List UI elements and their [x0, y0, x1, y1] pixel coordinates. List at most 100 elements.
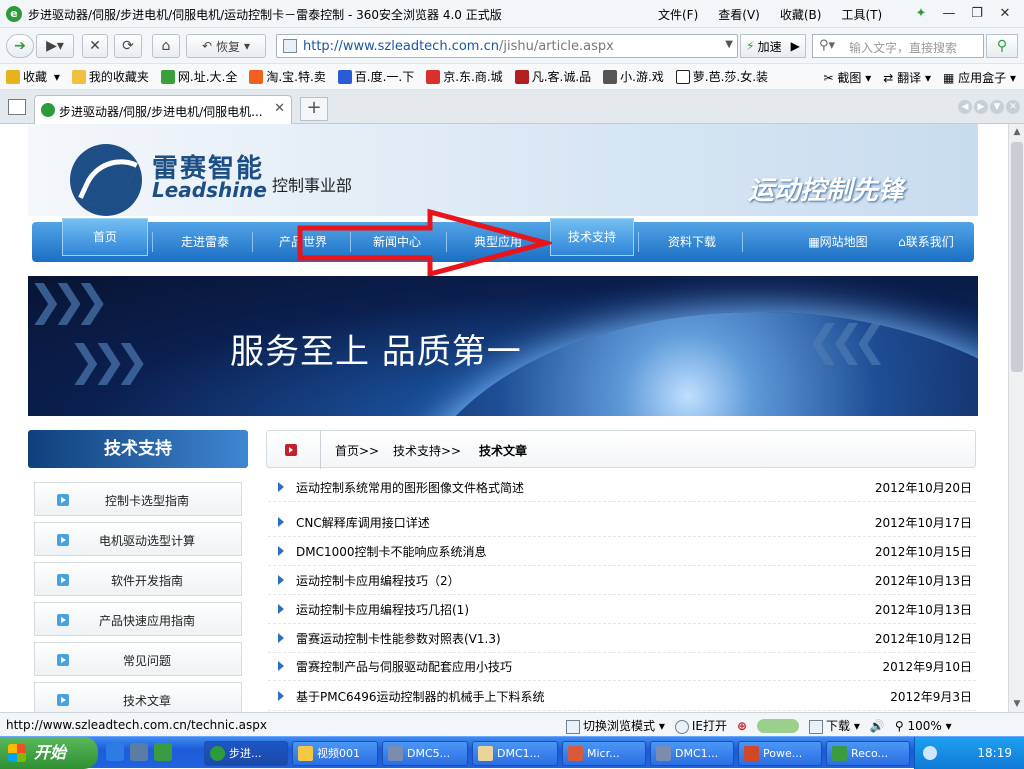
nav-home[interactable]: 首页 [62, 218, 148, 256]
breadcrumb: 首页>> 技术支持>> 技术文章 [266, 430, 976, 469]
article-title[interactable]: DMC1000控制卡不能响应系统消息 [296, 543, 487, 560]
article-row[interactable]: 运动控制卡应用编程技巧（2） 2012年10月13日 [268, 567, 976, 595]
article-title[interactable]: 基于PMC6496运动控制器的机械手上下料系统 [296, 688, 545, 705]
favorites-item[interactable]: 百.度.一.下 [337, 68, 414, 85]
article-date: 2012年10月12日 [874, 632, 972, 646]
tab-list-icon[interactable]: ▼ [990, 100, 1004, 114]
sidebar-item-card-selection[interactable]: 控制卡选型指南 [34, 482, 242, 516]
favorites-item[interactable]: 凡.客.诚.品 [514, 68, 591, 85]
scroll-up-icon[interactable]: ▲ [1009, 124, 1024, 140]
vertical-scrollbar[interactable]: ▲ ▼ [1008, 124, 1024, 712]
speaker-icon[interactable]: 🔊 [870, 719, 885, 733]
taskbar-item-micr[interactable]: Micr... [562, 741, 646, 766]
app-box-button[interactable]: ▦ 应用盒子 ▾ [943, 69, 1016, 86]
zoom-control[interactable]: ⚲ 100% ▾ [895, 719, 952, 733]
taskbar-item-dmc1b[interactable]: DMC1... [650, 741, 734, 766]
scroll-down-icon[interactable]: ▼ [1009, 696, 1024, 712]
media-icon[interactable] [130, 743, 148, 761]
menu-tools[interactable]: 工具(T) [841, 6, 882, 23]
article-row[interactable]: DMC1000控制卡不能响应系统消息 2012年10月15日 [268, 538, 976, 566]
favorites-item[interactable]: 京.东.商.城 [426, 68, 503, 85]
screenshot-button[interactable]: ✂ 截图 ▾ [824, 69, 872, 86]
article-row[interactable]: 运动控制卡应用编程技巧几招(1) 2012年10月13日 [268, 596, 976, 624]
article-date: 2012年10月20日 [874, 481, 972, 495]
taskbar-item-recorder[interactable]: Reco... [826, 741, 910, 766]
nav-about[interactable]: 走进雷泰 [160, 222, 250, 262]
back-button[interactable]: ➔ [6, 34, 34, 58]
switch-mode-button[interactable]: 切换浏览模式 ▾ [566, 717, 665, 734]
favorites-menu[interactable]: 收藏 ▾ [6, 68, 60, 85]
favorites-item[interactable]: 淘.宝.特.卖 [249, 68, 326, 85]
chevron-down-icon[interactable]: ▼ [725, 39, 733, 50]
favorites-item[interactable]: 小.游.戏 [603, 68, 664, 85]
search-button[interactable]: ⚲ [986, 34, 1018, 58]
article-title[interactable]: 运动控制系统常用的图形图像文件格式简述 [296, 479, 524, 496]
tab-close-all-icon[interactable]: ✕ [1006, 100, 1020, 114]
minimize-icon[interactable]: — [936, 2, 962, 24]
speed-up-button[interactable]: ⚡ 加速 ▶ [740, 34, 806, 58]
plus-icon[interactable]: ⊕ [737, 719, 747, 733]
article-row[interactable]: 基于PMC6496运动控制器的机械手上下料系统 2012年9月3日 [268, 683, 976, 711]
taskbar-item-dmc5[interactable]: DMC5... [382, 741, 468, 766]
nav-tech-support[interactable]: 技术支持 [550, 218, 634, 256]
sidebar-item-articles[interactable]: 技术文章 [34, 682, 242, 712]
ie-icon[interactable] [106, 743, 124, 761]
favorites-item[interactable]: 网.址.大.全 [160, 68, 237, 85]
search-input[interactable]: ⚲▾ 输入文字，直接搜索 [812, 34, 984, 58]
restore-button[interactable]: ↶ 恢复 ▾ [186, 34, 266, 58]
close-icon[interactable]: ✕ [992, 2, 1018, 24]
refresh-button[interactable]: ⟳ [114, 34, 142, 58]
close-tab-icon[interactable]: ✕ [274, 101, 285, 116]
home-button[interactable]: ⌂ [152, 34, 180, 58]
nav-contact[interactable]: ⌂联系我们 [888, 222, 964, 262]
sidebar-item-software-guide[interactable]: 软件开发指南 [34, 562, 242, 596]
translate-button[interactable]: ⇄ 翻译 ▾ [883, 69, 931, 86]
menu-view[interactable]: 查看(V) [718, 6, 760, 23]
taskbar-item-dmc1[interactable]: DMC1... [472, 741, 558, 766]
article-row[interactable]: 运动控制系统常用的图形图像文件格式简述 2012年10月20日 [268, 474, 976, 502]
article-title[interactable]: 运动控制卡应用编程技巧（2） [296, 572, 460, 589]
article-row[interactable]: 雷赛控制产品与伺服驱动配套应用小技巧 2012年9月10日 [268, 653, 976, 681]
nav-sitemap[interactable]: ▦网站地图 [800, 222, 876, 262]
breadcrumb-tech-support[interactable]: 技术支持>> [393, 442, 461, 459]
favorites-item[interactable]: 我的收藏夹 [71, 68, 149, 85]
menu-file[interactable]: 文件(F) [658, 6, 698, 23]
sidebar-item-faq[interactable]: 常见问题 [34, 642, 242, 676]
article-row[interactable]: 雷赛运动控制卡性能参数对照表(V1.3) 2012年10月12日 [268, 625, 976, 653]
nav-downloads[interactable]: 资料下载 [644, 222, 740, 262]
maximize-icon[interactable]: ❐ [964, 2, 990, 24]
tray-icon[interactable] [923, 746, 937, 760]
breadcrumb-home[interactable]: 首页>> [335, 442, 379, 459]
favorites-item[interactable]: 萝.芭.莎.女.装 [675, 68, 768, 85]
toggle-icon[interactable] [757, 718, 800, 733]
forward-button[interactable]: ▶▾ [36, 34, 74, 58]
article-title[interactable]: 雷赛控制产品与伺服驱动配套应用小技巧 [296, 658, 512, 675]
sidebar-toggle-icon[interactable] [8, 99, 26, 115]
address-bar[interactable]: http://www.szleadtech.com.cn/jishu/artic… [276, 34, 738, 58]
taskbar-item-folder[interactable]: 视频001 [292, 741, 378, 766]
sidebar-item-quick-start[interactable]: 产品快速应用指南 [34, 602, 242, 636]
article-title[interactable]: CNC解释库调用接口详述 [296, 514, 430, 531]
leadshine-logo-icon[interactable] [70, 144, 142, 216]
skin-icon[interactable]: ✦ [908, 2, 934, 24]
taskbar-item-powerpoint[interactable]: Powe... [738, 741, 822, 766]
article-title[interactable]: 运动控制卡应用编程技巧几招(1) [296, 601, 469, 618]
jd-icon [426, 69, 441, 84]
article-title[interactable]: 雷赛运动控制卡性能参数对照表(V1.3) [296, 630, 501, 647]
download-button[interactable]: 下载 ▾ [809, 717, 860, 734]
stop-button[interactable]: ✕ [82, 34, 108, 58]
article-row[interactable]: CNC解释库调用接口详述 2012年10月17日 [268, 509, 976, 537]
ie-open-button[interactable]: IE打开 [674, 717, 727, 734]
360-icon[interactable] [154, 743, 172, 761]
sidebar-item-motor-calc[interactable]: 电机驱动选型计算 [34, 522, 242, 556]
tab-prev-icon[interactable]: ◀ [958, 100, 972, 114]
scroll-thumb[interactable] [1011, 142, 1023, 372]
star-icon [6, 69, 20, 84]
baidu-icon [337, 69, 352, 84]
menu-favorites[interactable]: 收藏(B) [780, 6, 822, 23]
tab-active[interactable]: 步进驱动器/伺服/步进电机/伺服电机... ✕ [34, 95, 292, 124]
taskbar-item-browser[interactable]: 步进... [204, 741, 288, 766]
start-button[interactable]: 开始 [0, 737, 98, 769]
new-tab-button[interactable]: + [300, 97, 328, 121]
tab-next-icon[interactable]: ▶ [974, 100, 988, 114]
